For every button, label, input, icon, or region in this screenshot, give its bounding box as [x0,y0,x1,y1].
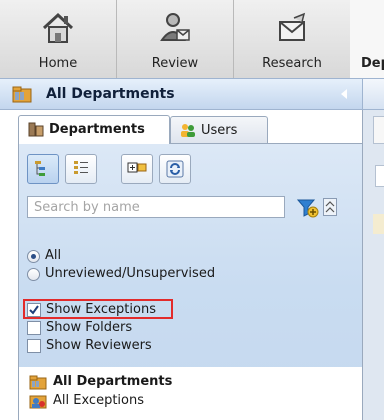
show-reviewers-box[interactable] [27,339,41,353]
users-icon [181,124,195,137]
tab-users-label: Users [201,123,238,138]
expand-options-icon[interactable] [323,198,337,216]
folder-icon [29,375,47,390]
departments-tab-body: All Unreviewed/Unsupervised Show Excepti… [18,143,372,385]
header-divider [362,79,384,109]
tab-departments-label: Departments [49,122,145,137]
right-panel-tab[interactable] [373,116,384,144]
radio-all-label: All [45,248,62,263]
review-icon [160,13,190,41]
collapse-left-icon[interactable] [340,89,348,99]
expand-collapse-button[interactable] [121,154,153,184]
list-view-button[interactable] [65,154,97,184]
nav-research-label: Research [262,56,322,71]
search-input[interactable] [27,196,285,218]
right-panel-row [373,214,384,234]
exceptions-icon [29,395,47,409]
show-reviewers-label: Show Reviewers [46,338,152,353]
department-header-title: All Departments [46,86,175,102]
radio-unreviewed-indicator[interactable] [27,268,40,281]
refresh-button[interactable] [159,154,191,184]
nav-home-button[interactable]: Home [0,0,117,78]
research-icon [279,12,306,41]
left-panel: Departments Users Search by name All Unr… [10,110,372,420]
radio-all-indicator[interactable] [27,250,40,263]
departments-icon [28,122,44,137]
nav-departments-label: Dep [361,56,384,71]
nav-departments-button[interactable]: Dep [350,0,384,78]
nav-review-button[interactable]: Review [117,0,234,78]
tree-node-label: All Exceptions [53,393,144,408]
nav-research-button[interactable]: Research [234,0,351,78]
right-panel-edge [362,110,384,420]
tab-users[interactable]: Users [170,116,268,143]
show-exceptions-box[interactable] [27,303,41,317]
radio-unreviewed-label: Unreviewed/Unsupervised [45,266,216,281]
nav-review-label: Review [151,56,199,71]
filter-add-icon[interactable] [297,198,319,218]
department-tree: All Departments All Exceptions [18,367,372,420]
tree-view-button[interactable] [27,154,59,184]
department-header-bar: All Departments [0,78,384,110]
checkmark-icon [29,305,39,315]
show-exceptions-label: Show Exceptions [46,302,156,317]
list-view-icon [74,161,88,174]
top-navigation: Home Review Research Dep [0,0,384,78]
folder-icon [12,86,32,103]
show-folders-box[interactable] [27,321,41,335]
right-panel-field[interactable] [375,165,384,187]
refresh-icon [166,160,184,178]
expand-collapse-icon [127,162,147,173]
tab-departments[interactable]: Departments [18,115,170,144]
tree-node-label: All Departments [53,374,173,389]
tree-view-icon [35,161,45,176]
home-icon [42,12,74,43]
show-folders-label: Show Folders [46,320,133,335]
nav-home-label: Home [38,56,78,71]
